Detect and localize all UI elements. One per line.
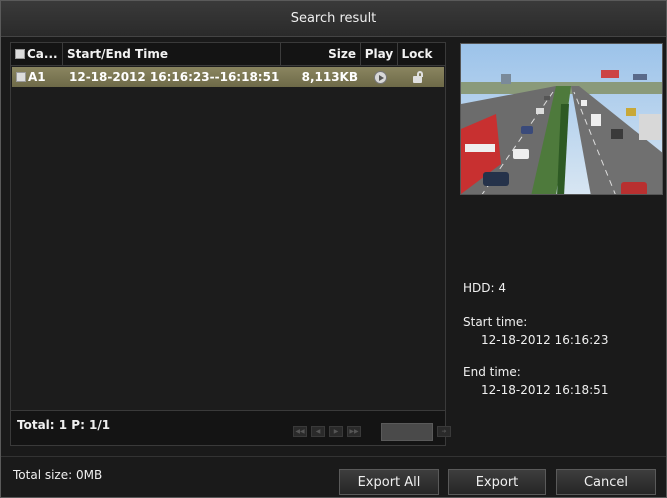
cancel-button[interactable]: Cancel [556,469,656,495]
header-camera[interactable]: Ca... [11,43,63,65]
row-time: 12-18-2012 16:16:23--16:18:51 [69,70,280,84]
pager-bar: Total: 1 P: 1/1 ◀◀ ◀ ▶ ▶▶ ➜ [10,410,451,446]
header-camera-label: Ca... [27,47,58,61]
end-time-value: 12-18-2012 16:18:51 [481,383,609,397]
search-result-window: Search result Ca... Start/End Time Size … [0,0,667,498]
table-header: Ca... Start/End Time Size Play Lock [11,43,445,66]
window-title: Search result [1,1,666,37]
unlock-icon[interactable] [412,71,424,83]
start-time-label: Start time: [463,315,528,329]
select-all-checkbox[interactable] [15,49,25,59]
export-all-button[interactable]: Export All [339,469,439,495]
total-size-label: Total size: 0MB [13,468,103,482]
footer-divider [1,456,666,457]
preview-thumbnail [460,43,663,195]
header-size[interactable]: Size [281,43,361,65]
result-table: Ca... Start/End Time Size Play Lock A1 1… [10,42,446,446]
table-row[interactable]: A1 12-18-2012 16:16:23--16:18:51 8,113KB [12,67,444,87]
export-button[interactable]: Export [448,469,546,495]
prev-page-icon[interactable]: ◀ [311,426,325,437]
row-camera-cell: A1 [12,67,64,87]
hdd-label: HDD: 4 [463,281,506,295]
row-checkbox[interactable] [16,72,26,82]
row-lock-cell [399,67,437,87]
last-page-icon[interactable]: ▶▶ [347,426,361,437]
pager-status: Total: 1 P: 1/1 [17,418,111,432]
page-number-input[interactable] [381,423,433,441]
highway-preview-image [461,44,662,194]
row-play-cell [362,67,399,87]
start-time-value: 12-18-2012 16:16:23 [481,333,609,347]
header-play: Play [361,43,398,65]
end-time-label: End time: [463,365,521,379]
row-size: 8,113KB [301,70,358,84]
play-circle-icon[interactable] [374,70,387,84]
go-page-icon[interactable]: ➜ [437,426,451,437]
row-camera: A1 [28,70,46,84]
next-page-icon[interactable]: ▶ [329,426,343,437]
header-lock: Lock [401,47,433,61]
first-page-icon[interactable]: ◀◀ [293,426,307,437]
header-time[interactable]: Start/End Time [63,43,281,65]
